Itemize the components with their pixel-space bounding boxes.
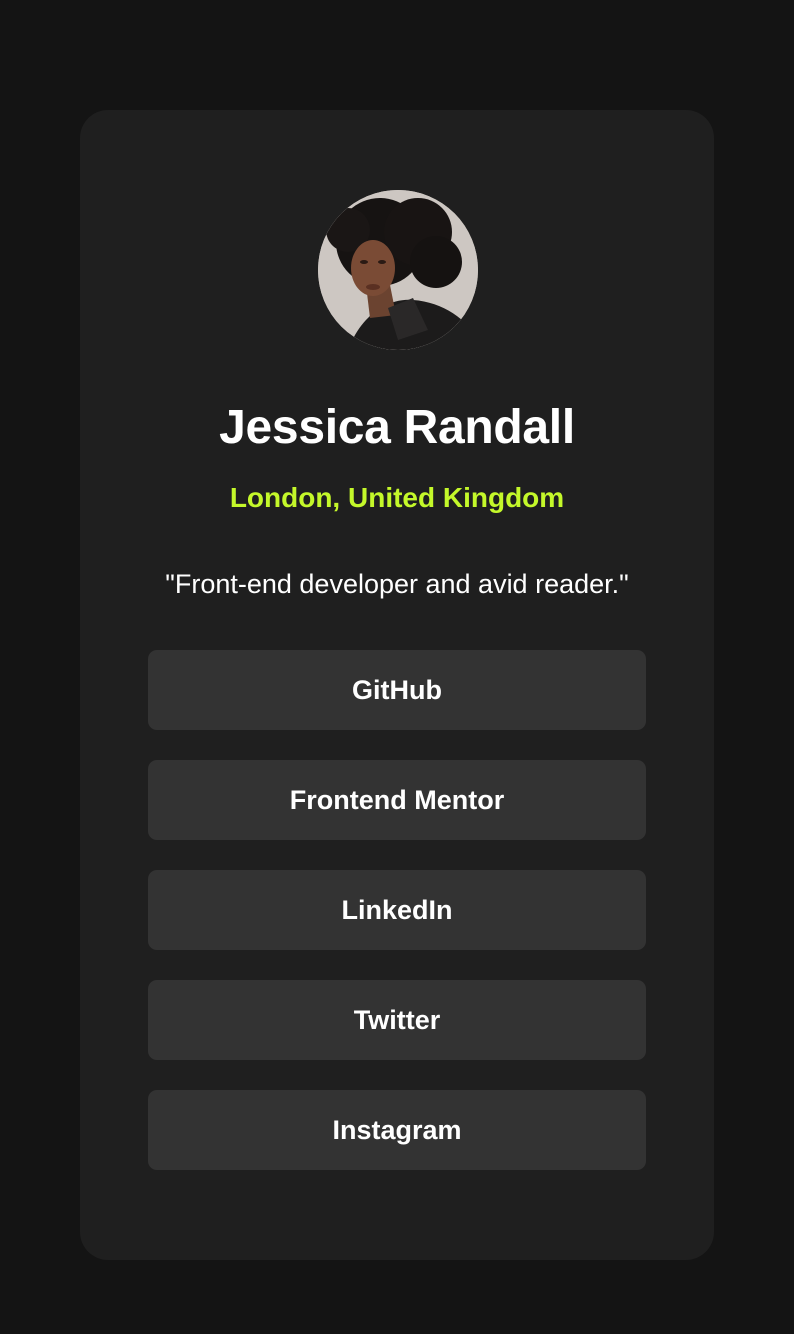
avatar	[318, 190, 478, 350]
instagram-link-button[interactable]: Instagram	[148, 1090, 646, 1170]
social-links-list: GitHub Frontend Mentor LinkedIn Twitter …	[148, 650, 646, 1200]
list-item: Frontend Mentor	[148, 760, 646, 840]
twitter-link-button[interactable]: Twitter	[148, 980, 646, 1060]
list-item: Instagram	[148, 1090, 646, 1170]
profile-location: London, United Kingdom	[229, 482, 565, 513]
profile-name: Jessica Randall	[219, 401, 575, 454]
profile-bio: "Front-end developer and avid reader."	[165, 569, 629, 599]
avatar-photo	[318, 190, 478, 350]
frontend-mentor-link-button[interactable]: Frontend Mentor	[148, 760, 646, 840]
github-link-button[interactable]: GitHub	[148, 650, 646, 730]
profile-card: Jessica Randall London, United Kingdom "…	[80, 110, 714, 1260]
linkedin-link-button[interactable]: LinkedIn	[148, 870, 646, 950]
list-item: LinkedIn	[148, 870, 646, 950]
list-item: Twitter	[148, 980, 646, 1060]
list-item: GitHub	[148, 650, 646, 730]
page: Jessica Randall London, United Kingdom "…	[0, 0, 794, 1334]
